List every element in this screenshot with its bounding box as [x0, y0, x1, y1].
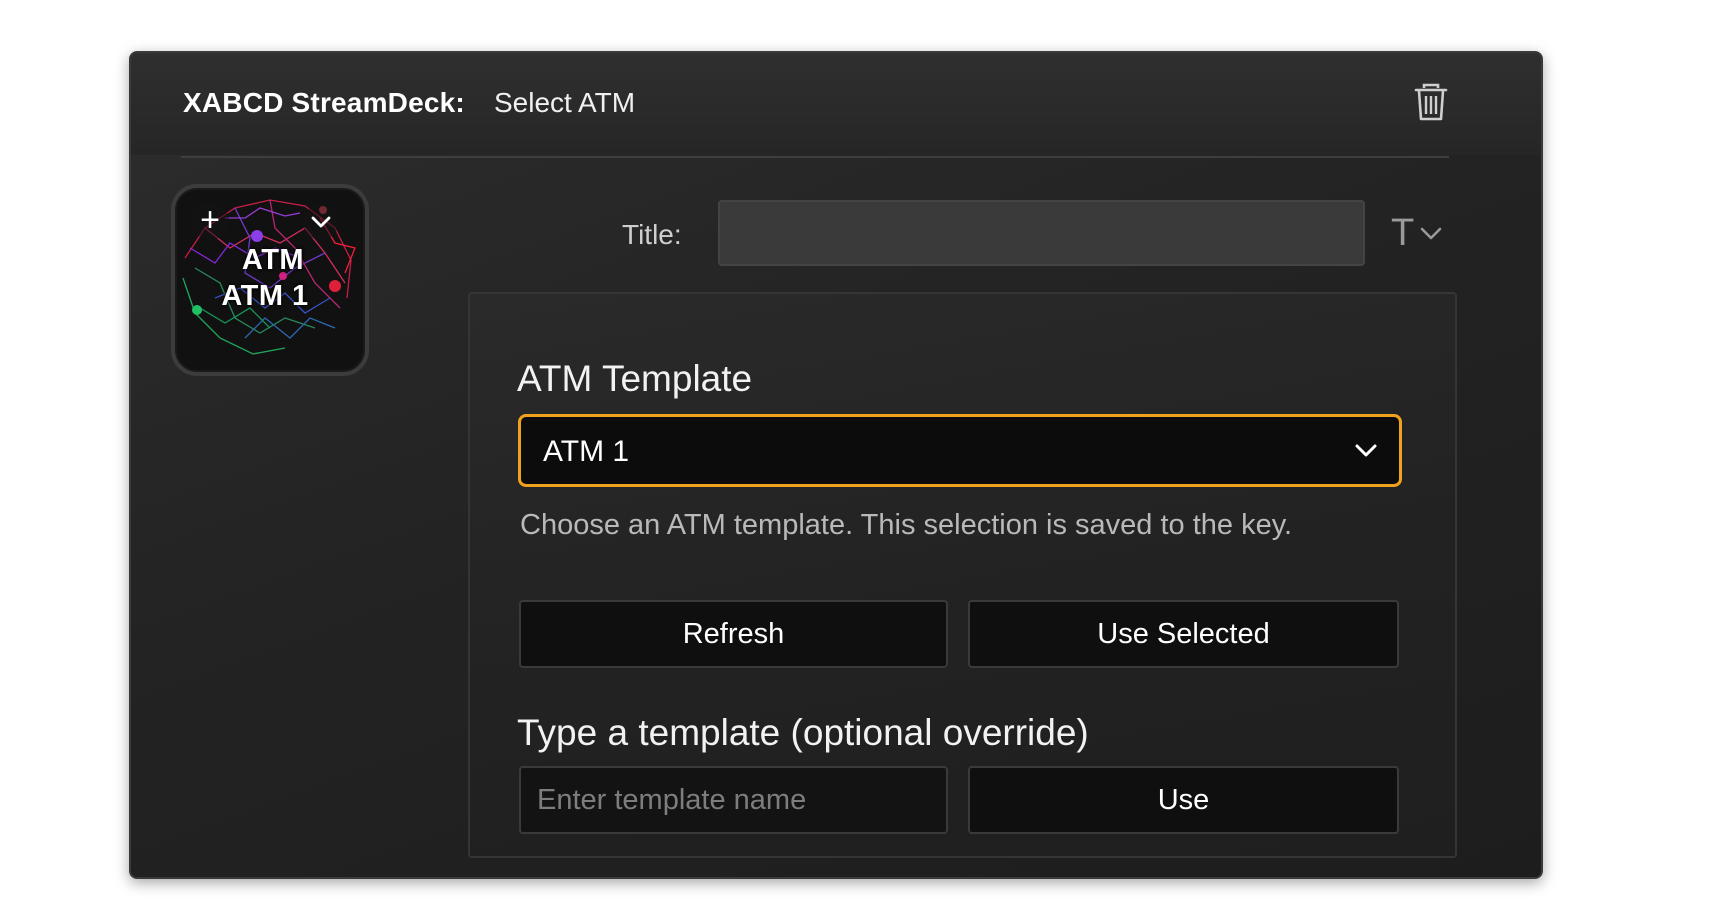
plus-icon: + — [200, 201, 220, 239]
atm-template-select[interactable]: ATM 1 — [518, 414, 1402, 487]
atm-template-help-text: Choose an ATM template. This selection i… — [520, 509, 1293, 541]
chevron-down-icon — [1355, 444, 1377, 457]
atm-template-selected-value: ATM 1 — [543, 435, 630, 468]
header-bar: XABCD StreamDeck: Select ATM — [131, 53, 1541, 155]
add-state-button[interactable]: + — [191, 202, 229, 240]
chevron-down-icon — [311, 216, 331, 228]
refresh-button[interactable]: Refresh — [519, 600, 948, 668]
use-button[interactable]: Use — [968, 766, 1399, 834]
text-format-icon: T — [1391, 211, 1415, 254]
trash-icon[interactable] — [1413, 82, 1449, 122]
header-divider — [181, 156, 1449, 158]
key-menu-button[interactable] — [303, 204, 339, 240]
template-name-input[interactable] — [519, 766, 948, 834]
key-preview[interactable]: + ATM ATM 1 — [171, 184, 369, 376]
title-label: Title: — [622, 219, 682, 250]
chevron-down-icon — [1420, 227, 1442, 240]
override-heading: Type a template (optional override) — [517, 712, 1089, 753]
title-input[interactable] — [718, 200, 1365, 266]
atm-template-heading: ATM Template — [517, 358, 753, 399]
property-inspector-window: XABCD StreamDeck: Select ATM + ATM ATM 1… — [129, 51, 1543, 879]
app-name: XABCD StreamDeck: — [183, 87, 465, 118]
title-format-button[interactable]: T — [1391, 211, 1444, 255]
use-selected-button[interactable]: Use Selected — [968, 600, 1399, 668]
action-name: Select ATM — [494, 87, 636, 118]
key-title-line1: ATM — [241, 244, 305, 276]
key-title-line2: ATM 1 — [221, 280, 309, 312]
